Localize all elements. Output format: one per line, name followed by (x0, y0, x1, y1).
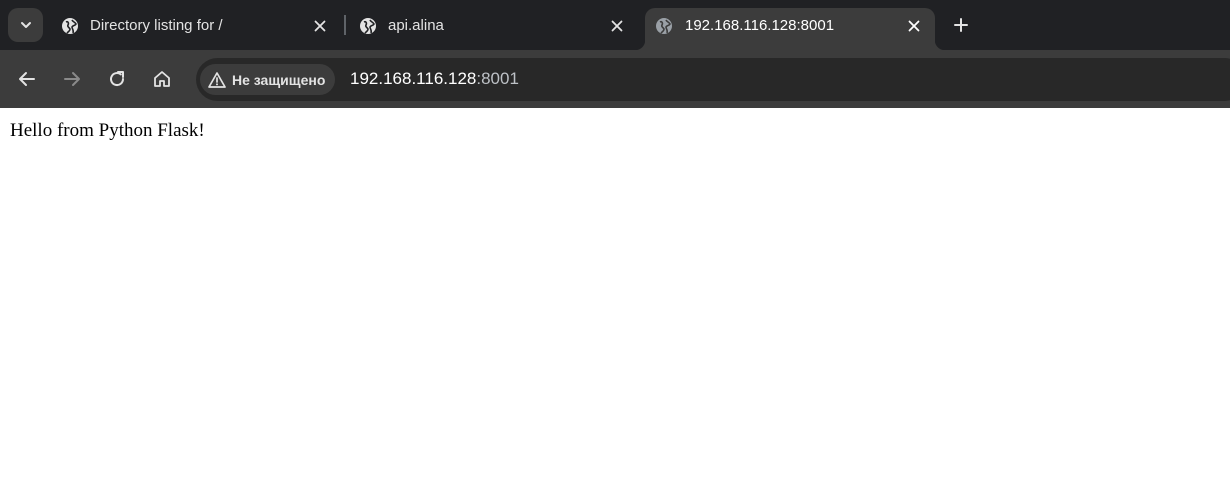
reload-icon (110, 71, 125, 87)
browser-window: Directory listing for / api.alina 192.16… (0, 0, 1230, 488)
new-tab-button[interactable] (946, 11, 976, 39)
url-port: :8001 (476, 69, 519, 88)
home-icon (154, 71, 170, 87)
tab-active-ip[interactable]: 192.168.116.128:8001 (635, 8, 945, 50)
security-indicator[interactable]: Не защищено (200, 64, 336, 95)
tab-search-button[interactable] (8, 8, 43, 42)
security-label: Не защищено (232, 71, 326, 88)
close-tab-icon[interactable] (310, 16, 330, 36)
back-button[interactable] (12, 64, 42, 94)
forward-button[interactable] (57, 64, 87, 94)
close-tab-icon[interactable] (607, 16, 627, 36)
tab-title: api.alina (388, 17, 444, 34)
globe-icon (60, 16, 80, 36)
arrow-left-icon (19, 72, 35, 86)
chevron-down-icon (20, 22, 31, 28)
close-tab-icon[interactable] (904, 16, 924, 36)
address-bar[interactable]: Не защищено 192.168.116.128:8001 (196, 58, 1230, 101)
tab-title: 192.168.116.128:8001 (685, 17, 835, 34)
page-body-text: Hello from Python Flask! (10, 120, 205, 141)
tab-directory-listing[interactable]: Directory listing for / (48, 8, 344, 50)
tab-strip: Directory listing for / api.alina 192.16… (0, 0, 1230, 50)
arrow-right-icon (64, 72, 80, 86)
tab-api-alina[interactable]: api.alina (346, 8, 644, 50)
tab-title: Directory listing for / (90, 17, 223, 34)
toolbar: Не защищено 192.168.116.128:8001 (0, 50, 1230, 108)
globe-icon (358, 16, 378, 36)
warning-icon (208, 71, 226, 89)
url-host: 192.168.116.128 (350, 69, 477, 88)
home-button[interactable] (147, 64, 177, 94)
reload-button[interactable] (102, 64, 132, 94)
page-viewport: Hello from Python Flask! (0, 108, 1230, 488)
url-field[interactable]: 192.168.116.128:8001 (350, 69, 519, 89)
globe-icon (654, 16, 674, 36)
plus-icon (954, 18, 968, 32)
